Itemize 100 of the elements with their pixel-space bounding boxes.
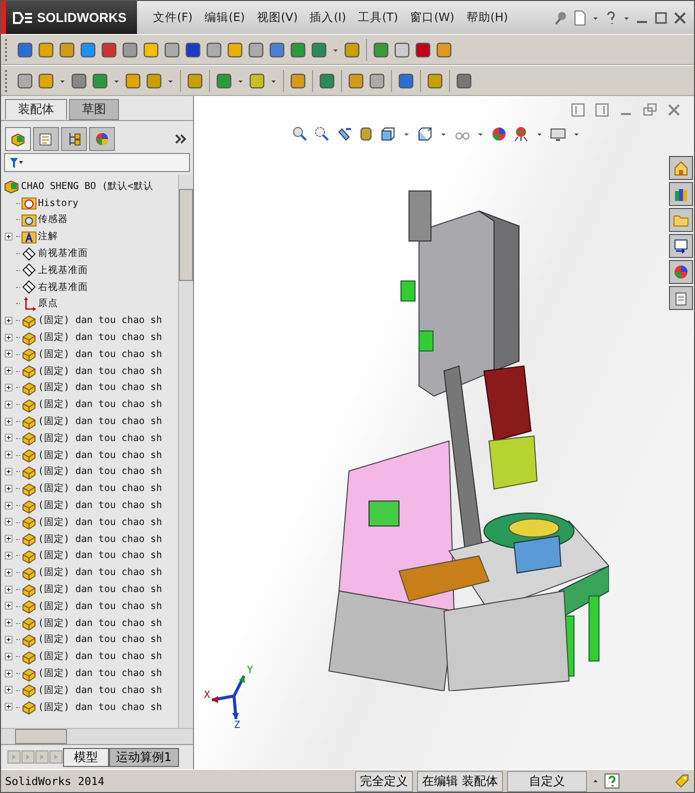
toolbar-tool-icon[interactable] <box>37 72 55 90</box>
tree-item[interactable]: (固定) dan tou chao sh <box>38 448 162 462</box>
tree-item[interactable]: (固定) dan tou chao sh <box>38 650 162 664</box>
tree-item[interactable]: (固定) dan tou chao sh <box>38 415 162 428</box>
toolbar-tool-icon[interactable] <box>16 72 34 90</box>
toolbar-tool-icon[interactable] <box>455 72 473 90</box>
units-selector[interactable]: 自定义 <box>507 770 587 792</box>
toolbar-tool-icon[interactable] <box>435 40 453 58</box>
menu-item[interactable]: 帮助(H) <box>460 10 514 25</box>
expand-icon[interactable] <box>3 701 15 714</box>
expand-icon[interactable] <box>3 230 15 243</box>
menu-item[interactable]: 编辑(E) <box>198 10 251 25</box>
pin-icon[interactable] <box>553 10 569 26</box>
toolbar-tool-icon[interactable] <box>226 40 244 58</box>
toolbar-tool-icon[interactable] <box>37 40 55 58</box>
tree-item[interactable]: (固定) dan tou chao sh <box>38 700 162 714</box>
toolbar-tool-icon[interactable] <box>310 40 328 58</box>
tree-item[interactable]: 原点 <box>38 297 58 310</box>
split-right-icon[interactable] <box>594 102 610 118</box>
tree-item[interactable]: (固定) dan tou chao sh <box>38 381 162 394</box>
tree-item[interactable]: (固定) dan tou chao sh <box>38 532 162 546</box>
toolbar-tool-icon[interactable] <box>142 40 160 58</box>
tree-item[interactable]: 右视基准面 <box>38 280 88 294</box>
toolbar-tool-icon[interactable] <box>248 72 266 90</box>
expand-icon[interactable] <box>3 466 15 478</box>
split-left-icon[interactable] <box>570 102 586 118</box>
horizontal-scrollbar[interactable] <box>1 728 193 744</box>
tree-item[interactable]: (固定) dan tou chao sh <box>38 549 162 562</box>
expand-icon[interactable] <box>3 684 15 696</box>
toolbar-tool-icon[interactable] <box>289 72 307 90</box>
toolbar-tool-icon[interactable] <box>393 40 411 58</box>
tree-item[interactable]: (固定) dan tou chao sh <box>38 616 162 630</box>
toolbar-tool-icon[interactable] <box>184 40 202 58</box>
expand-icon[interactable] <box>3 314 15 327</box>
expand-icon[interactable] <box>3 600 15 612</box>
panel-tab[interactable]: 草图 <box>69 99 119 120</box>
toolbar-tool-icon[interactable] <box>372 40 390 58</box>
close-icon[interactable] <box>666 102 682 118</box>
tree-item[interactable]: (固定) dan tou chao sh <box>38 600 162 613</box>
expand-icon[interactable] <box>3 449 15 462</box>
tree-item[interactable]: (固定) dan tou chao sh <box>38 633 162 646</box>
restore-icon[interactable] <box>642 102 658 118</box>
expand-icon[interactable] <box>3 516 15 528</box>
tree-item[interactable]: (固定) dan tou chao sh <box>38 684 162 697</box>
toolbar-tool-icon[interactable] <box>268 40 286 58</box>
task-pane-tab[interactable] <box>669 286 693 310</box>
expand-icon[interactable] <box>3 348 15 360</box>
manager-tab[interactable] <box>5 127 31 151</box>
tree-item[interactable]: 传感器 <box>38 213 68 226</box>
tree-item[interactable]: CHAO SHENG BO (默认<默认 <box>21 180 154 193</box>
tree-item[interactable]: 上视基准面 <box>38 264 88 277</box>
expand-icon[interactable] <box>3 566 15 579</box>
tag-icon[interactable] <box>674 773 690 789</box>
tree-item[interactable]: (固定) dan tou chao sh <box>38 331 162 344</box>
expand-icon[interactable] <box>3 416 15 428</box>
toolbar-tool-icon[interactable] <box>368 72 386 90</box>
bottom-tab[interactable]: 模型 <box>63 748 109 766</box>
toolbar-tool-icon[interactable] <box>215 72 233 90</box>
toolbar-tool-icon[interactable] <box>347 72 365 90</box>
tree-item[interactable]: (固定) dan tou chao sh <box>38 465 162 478</box>
menu-item[interactable]: 窗口(W) <box>404 10 460 25</box>
expand-icon[interactable] <box>3 332 15 344</box>
menu-item[interactable]: 文件(F) <box>147 10 199 25</box>
help-icon[interactable] <box>604 773 620 789</box>
menu-item[interactable]: 插入(I) <box>304 10 352 25</box>
toolbar-tool-icon[interactable] <box>145 72 163 90</box>
toolbar-tool-icon[interactable] <box>343 40 361 58</box>
tree-item[interactable]: (固定) dan tou chao sh <box>38 364 162 378</box>
toolbar-tool-icon[interactable] <box>16 40 34 58</box>
expand-icon[interactable] <box>3 617 15 630</box>
tree-item[interactable]: (固定) dan tou chao sh <box>38 667 162 680</box>
menu-item[interactable]: 工具(T) <box>352 10 404 25</box>
tree-item[interactable]: (固定) dan tou chao sh <box>38 348 162 361</box>
expand-icon[interactable] <box>3 500 15 512</box>
bottom-tab[interactable]: 运动算例1 <box>109 748 179 766</box>
expand-icon[interactable] <box>3 365 15 378</box>
expand-icon[interactable] <box>3 432 15 444</box>
toolbar-tool-icon[interactable] <box>70 72 88 90</box>
tree-item[interactable]: (固定) dan tou chao sh <box>38 432 162 445</box>
toolbar-tool-icon[interactable] <box>426 72 444 90</box>
vertical-scrollbar[interactable] <box>178 175 193 728</box>
toolbar-tool-icon[interactable] <box>397 72 415 90</box>
expand-icon[interactable] <box>3 550 15 562</box>
tree-item[interactable]: History <box>38 198 78 209</box>
view-orientation-icon[interactable] <box>380 126 396 142</box>
menu-item[interactable]: 视图(V) <box>250 10 304 25</box>
toolbar-tool-icon[interactable] <box>247 40 265 58</box>
tree-item[interactable]: (固定) dan tou chao sh <box>38 499 162 512</box>
monitor-icon[interactable] <box>550 126 566 142</box>
tree-item[interactable]: (固定) dan tou chao sh <box>38 566 162 580</box>
maximize-icon[interactable] <box>653 10 669 26</box>
toolbar-tool-icon[interactable] <box>58 40 76 58</box>
expand-icon[interactable] <box>3 668 15 680</box>
toolbar-tool-icon[interactable] <box>163 40 181 58</box>
toolbar-tool-icon[interactable] <box>205 40 223 58</box>
toolbar-tool-icon[interactable] <box>124 72 142 90</box>
zoom-fit-icon[interactable] <box>292 126 308 142</box>
zoom-area-icon[interactable] <box>314 126 330 142</box>
color-ball-icon[interactable] <box>491 126 507 142</box>
close-icon[interactable] <box>672 10 688 26</box>
